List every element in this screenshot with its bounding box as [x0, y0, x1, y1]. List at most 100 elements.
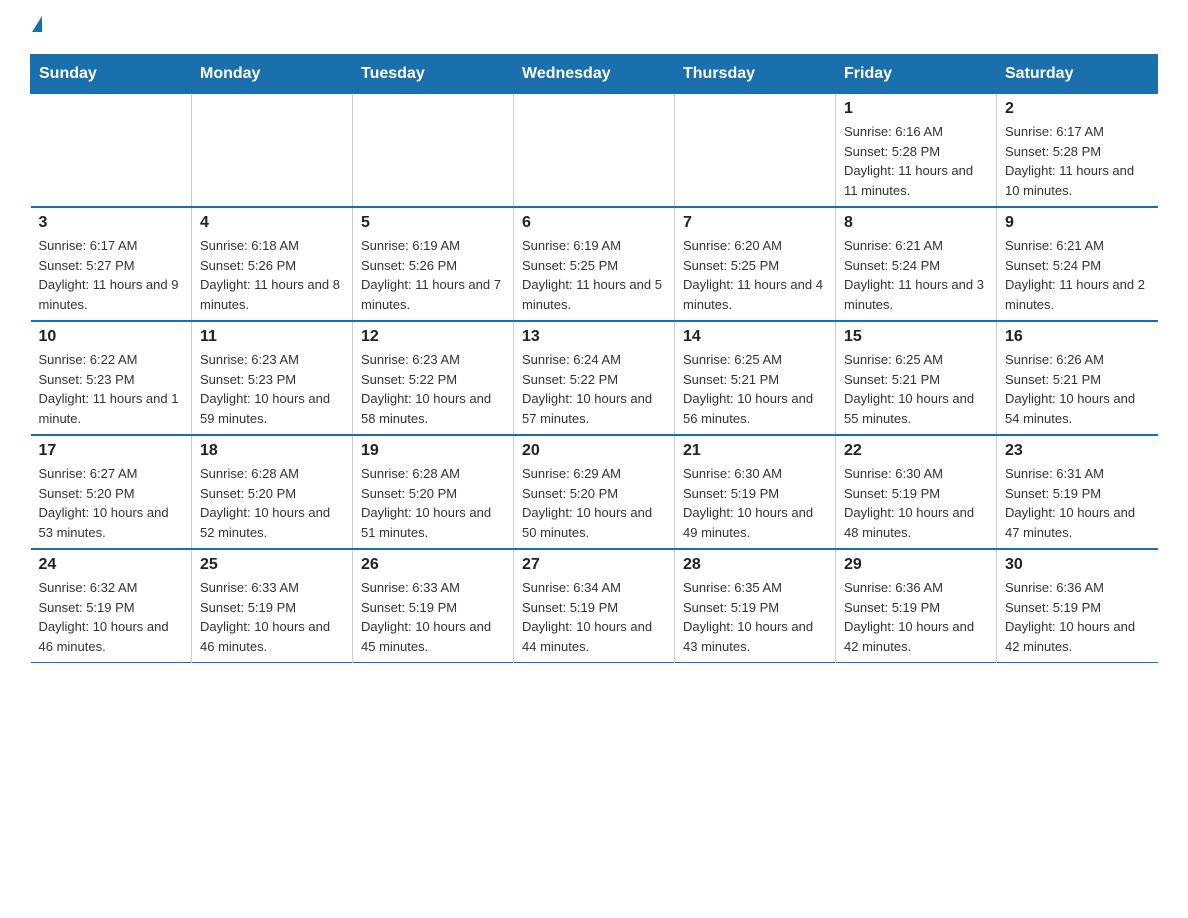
- week-row-3: 10 Sunrise: 6:22 AMSunset: 5:23 PMDayligh…: [31, 321, 1158, 435]
- calendar-cell: 20 Sunrise: 6:29 AMSunset: 5:20 PMDayligh…: [514, 435, 675, 549]
- day-number: 18: [200, 442, 344, 460]
- calendar-cell: 28 Sunrise: 6:35 AMSunset: 5:19 PMDayligh…: [675, 549, 836, 663]
- day-number: 8: [844, 214, 988, 232]
- day-number: 2: [1005, 100, 1150, 118]
- calendar-cell: [675, 94, 836, 208]
- day-number: 29: [844, 556, 988, 574]
- day-header-friday: Friday: [836, 55, 997, 94]
- calendar-cell: 21 Sunrise: 6:30 AMSunset: 5:19 PMDayligh…: [675, 435, 836, 549]
- calendar-cell: [353, 94, 514, 208]
- day-info: Sunrise: 6:25 AMSunset: 5:21 PMDaylight:…: [844, 350, 988, 428]
- day-info: Sunrise: 6:33 AMSunset: 5:19 PMDaylight:…: [361, 578, 505, 656]
- day-info: Sunrise: 6:32 AMSunset: 5:19 PMDaylight:…: [39, 578, 184, 656]
- week-row-4: 17 Sunrise: 6:27 AMSunset: 5:20 PMDayligh…: [31, 435, 1158, 549]
- day-number: 6: [522, 214, 666, 232]
- day-info: Sunrise: 6:22 AMSunset: 5:23 PMDaylight:…: [39, 350, 184, 428]
- day-info: Sunrise: 6:30 AMSunset: 5:19 PMDaylight:…: [844, 464, 988, 542]
- calendar-cell: 22 Sunrise: 6:30 AMSunset: 5:19 PMDayligh…: [836, 435, 997, 549]
- calendar-cell: 19Sunrise: 6:28 AMSunset: 5:20 PMDayligh…: [353, 435, 514, 549]
- day-number: 16: [1005, 328, 1150, 346]
- day-number: 27: [522, 556, 666, 574]
- calendar-cell: 24 Sunrise: 6:32 AMSunset: 5:19 PMDayligh…: [31, 549, 192, 663]
- day-number: 28: [683, 556, 827, 574]
- day-info: Sunrise: 6:35 AMSunset: 5:19 PMDaylight:…: [683, 578, 827, 656]
- day-number: 15: [844, 328, 988, 346]
- day-info: Sunrise: 6:19 AMSunset: 5:26 PMDaylight:…: [361, 236, 505, 314]
- day-number: 5: [361, 214, 505, 232]
- calendar-cell: 17 Sunrise: 6:27 AMSunset: 5:20 PMDayligh…: [31, 435, 192, 549]
- day-number: 3: [39, 214, 184, 232]
- calendar-cell: 11 Sunrise: 6:23 AMSunset: 5:23 PMDayligh…: [192, 321, 353, 435]
- day-info: Sunrise: 6:21 AMSunset: 5:24 PMDaylight:…: [1005, 236, 1150, 314]
- day-number: 25: [200, 556, 344, 574]
- day-number: 22: [844, 442, 988, 460]
- day-header-saturday: Saturday: [997, 55, 1158, 94]
- day-number: 17: [39, 442, 184, 460]
- day-info: Sunrise: 6:18 AMSunset: 5:26 PMDaylight:…: [200, 236, 344, 314]
- week-row-1: 1 Sunrise: 6:16 AMSunset: 5:28 PMDaylight…: [31, 94, 1158, 208]
- calendar-table: SundayMondayTuesdayWednesdayThursdayFrid…: [30, 54, 1158, 663]
- logo-triangle-icon: [32, 16, 42, 32]
- day-info: Sunrise: 6:29 AMSunset: 5:20 PMDaylight:…: [522, 464, 666, 542]
- day-header-sunday: Sunday: [31, 55, 192, 94]
- calendar-cell: 14Sunrise: 6:25 AMSunset: 5:21 PMDayligh…: [675, 321, 836, 435]
- calendar-cell: 2Sunrise: 6:17 AMSunset: 5:28 PMDaylight…: [997, 94, 1158, 208]
- days-header-row: SundayMondayTuesdayWednesdayThursdayFrid…: [31, 55, 1158, 94]
- day-info: Sunrise: 6:30 AMSunset: 5:19 PMDaylight:…: [683, 464, 827, 542]
- page-header: [30, 20, 1158, 36]
- day-number: 24: [39, 556, 184, 574]
- day-info: Sunrise: 6:23 AMSunset: 5:23 PMDaylight:…: [200, 350, 344, 428]
- calendar-cell: 16 Sunrise: 6:26 AMSunset: 5:21 PMDayligh…: [997, 321, 1158, 435]
- calendar-cell: 15 Sunrise: 6:25 AMSunset: 5:21 PMDayligh…: [836, 321, 997, 435]
- day-header-wednesday: Wednesday: [514, 55, 675, 94]
- day-info: Sunrise: 6:19 AMSunset: 5:25 PMDaylight:…: [522, 236, 666, 314]
- day-number: 26: [361, 556, 505, 574]
- day-info: Sunrise: 6:28 AMSunset: 5:20 PMDaylight:…: [361, 464, 505, 542]
- day-info: Sunrise: 6:27 AMSunset: 5:20 PMDaylight:…: [39, 464, 184, 542]
- calendar-cell: 13Sunrise: 6:24 AMSunset: 5:22 PMDayligh…: [514, 321, 675, 435]
- day-info: Sunrise: 6:36 AMSunset: 5:19 PMDaylight:…: [844, 578, 988, 656]
- calendar-cell: 8 Sunrise: 6:21 AMSunset: 5:24 PMDaylight…: [836, 207, 997, 321]
- calendar-cell: 29 Sunrise: 6:36 AMSunset: 5:19 PMDayligh…: [836, 549, 997, 663]
- calendar-cell: 10 Sunrise: 6:22 AMSunset: 5:23 PMDayligh…: [31, 321, 192, 435]
- day-header-thursday: Thursday: [675, 55, 836, 94]
- calendar-cell: 6 Sunrise: 6:19 AMSunset: 5:25 PMDaylight…: [514, 207, 675, 321]
- day-info: Sunrise: 6:24 AMSunset: 5:22 PMDaylight:…: [522, 350, 666, 428]
- day-number: 7: [683, 214, 827, 232]
- day-info: Sunrise: 6:23 AMSunset: 5:22 PMDaylight:…: [361, 350, 505, 428]
- day-number: 20: [522, 442, 666, 460]
- day-number: 14: [683, 328, 827, 346]
- calendar-cell: [31, 94, 192, 208]
- day-number: 9: [1005, 214, 1150, 232]
- day-number: 1: [844, 100, 988, 118]
- day-number: 21: [683, 442, 827, 460]
- calendar-cell: [192, 94, 353, 208]
- day-info: Sunrise: 6:16 AMSunset: 5:28 PMDaylight:…: [844, 122, 988, 200]
- day-number: 10: [39, 328, 184, 346]
- day-info: Sunrise: 6:28 AMSunset: 5:20 PMDaylight:…: [200, 464, 344, 542]
- calendar-cell: 30 Sunrise: 6:36 AMSunset: 5:19 PMDayligh…: [997, 549, 1158, 663]
- logo: [30, 20, 42, 36]
- calendar-cell: 1 Sunrise: 6:16 AMSunset: 5:28 PMDaylight…: [836, 94, 997, 208]
- day-info: Sunrise: 6:26 AMSunset: 5:21 PMDaylight:…: [1005, 350, 1150, 428]
- day-info: Sunrise: 6:17 AMSunset: 5:27 PMDaylight:…: [39, 236, 184, 314]
- day-number: 23: [1005, 442, 1150, 460]
- day-info: Sunrise: 6:34 AMSunset: 5:19 PMDaylight:…: [522, 578, 666, 656]
- calendar-cell: 4Sunrise: 6:18 AMSunset: 5:26 PMDaylight…: [192, 207, 353, 321]
- calendar-cell: 3 Sunrise: 6:17 AMSunset: 5:27 PMDaylight…: [31, 207, 192, 321]
- day-number: 30: [1005, 556, 1150, 574]
- calendar-cell: 27 Sunrise: 6:34 AMSunset: 5:19 PMDayligh…: [514, 549, 675, 663]
- calendar-cell: [514, 94, 675, 208]
- day-number: 11: [200, 328, 344, 346]
- calendar-cell: 18 Sunrise: 6:28 AMSunset: 5:20 PMDayligh…: [192, 435, 353, 549]
- week-row-2: 3 Sunrise: 6:17 AMSunset: 5:27 PMDaylight…: [31, 207, 1158, 321]
- day-info: Sunrise: 6:21 AMSunset: 5:24 PMDaylight:…: [844, 236, 988, 314]
- week-row-5: 24 Sunrise: 6:32 AMSunset: 5:19 PMDayligh…: [31, 549, 1158, 663]
- day-header-monday: Monday: [192, 55, 353, 94]
- calendar-cell: 26 Sunrise: 6:33 AMSunset: 5:19 PMDayligh…: [353, 549, 514, 663]
- day-info: Sunrise: 6:36 AMSunset: 5:19 PMDaylight:…: [1005, 578, 1150, 656]
- calendar-cell: 9 Sunrise: 6:21 AMSunset: 5:24 PMDaylight…: [997, 207, 1158, 321]
- day-number: 12: [361, 328, 505, 346]
- day-header-tuesday: Tuesday: [353, 55, 514, 94]
- calendar-cell: 25Sunrise: 6:33 AMSunset: 5:19 PMDayligh…: [192, 549, 353, 663]
